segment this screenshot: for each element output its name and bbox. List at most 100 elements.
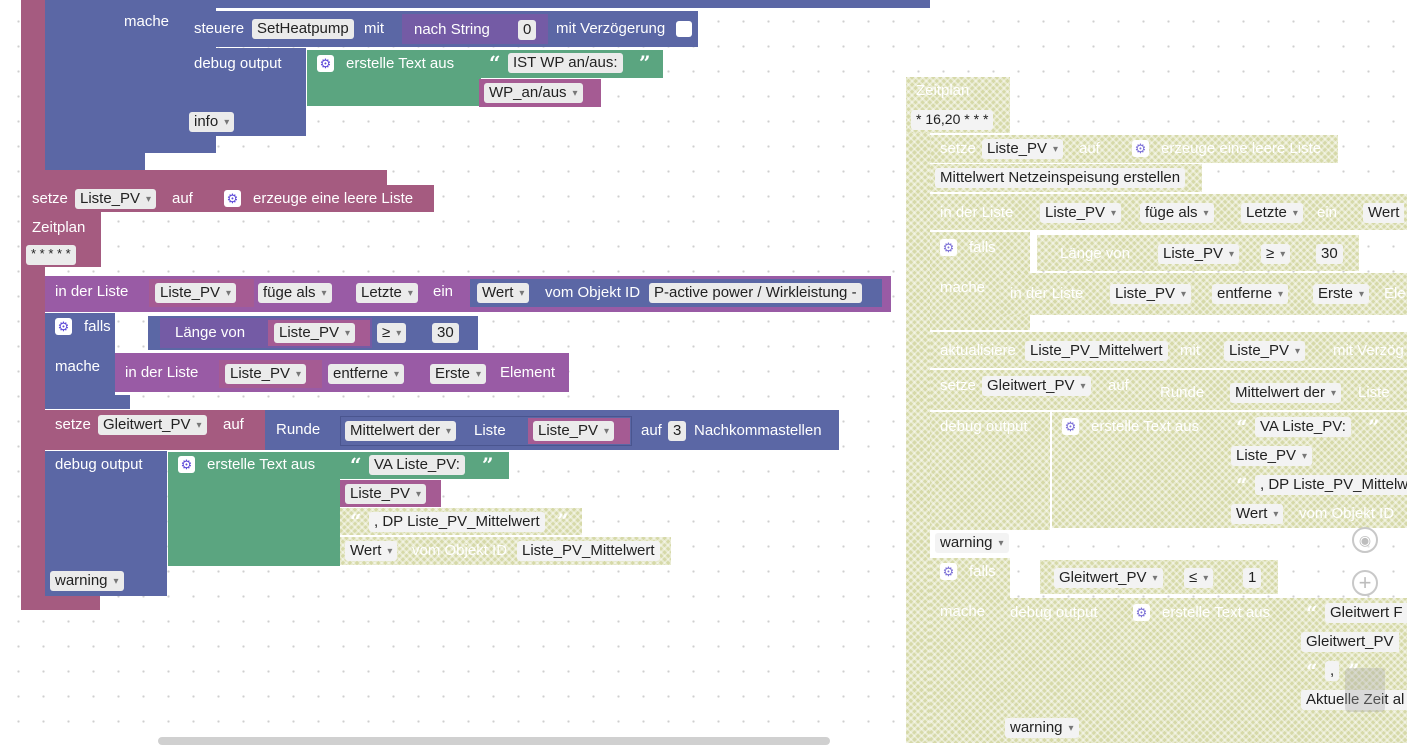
gleitwert-pv-dropdown[interactable]: Gleitwert_PV bbox=[98, 415, 207, 435]
letzte-dropdown[interactable]: Letzte bbox=[1241, 203, 1303, 223]
quote-open-icon: “ bbox=[1306, 601, 1318, 625]
falls2-label: falls bbox=[969, 563, 996, 580]
wert-dropdown[interactable]: Wert bbox=[1231, 504, 1284, 524]
liste-pv-dropdown[interactable]: Liste_PV bbox=[1040, 203, 1122, 223]
warning-dropdown[interactable]: warning bbox=[50, 571, 124, 591]
liste-pv-dropdown[interactable]: Liste_PV bbox=[1231, 446, 1313, 466]
laenge-von-label: Länge von bbox=[175, 324, 246, 341]
element-label: Ele bbox=[1384, 285, 1406, 302]
entferne-dropdown[interactable]: entferne bbox=[1212, 284, 1289, 304]
comment-field[interactable]: Mittelwert Netzeinspeisung erstellen bbox=[935, 168, 1186, 188]
liste-pv-dropdown[interactable]: Liste_PV bbox=[1158, 244, 1240, 264]
three-field[interactable]: 3 bbox=[668, 421, 687, 441]
gear-icon[interactable]: ⚙ bbox=[178, 456, 195, 473]
target-icon[interactable]: ◉ bbox=[1352, 527, 1378, 553]
gear-icon[interactable]: ⚙ bbox=[1062, 418, 1079, 435]
warning2-dropdown[interactable]: warning bbox=[1005, 718, 1079, 738]
ist-wp-field[interactable]: IST WP an/aus: bbox=[508, 53, 623, 73]
erste-dropdown[interactable]: Erste bbox=[430, 364, 487, 384]
wp-an-aus-dropdown[interactable]: WP_an/aus bbox=[484, 83, 583, 103]
dp-mittelwert-field[interactable]: , DP Liste_PV_Mittelwert bbox=[369, 512, 545, 532]
gear-icon[interactable]: ⚙ bbox=[1132, 140, 1149, 157]
trash-can-icon[interactable] bbox=[1345, 668, 1385, 712]
quote-open-icon: “ bbox=[489, 51, 501, 75]
liste-pv-mittelwert-field[interactable]: Liste_PV_Mittelwert bbox=[517, 541, 660, 561]
erstelle-text-aus2-label: erstelle Text aus bbox=[1162, 604, 1271, 621]
verzoegerung-checkbox[interactable] bbox=[676, 21, 692, 37]
wert-dropdown[interactable]: Wert bbox=[477, 283, 530, 303]
gear-icon[interactable]: ⚙ bbox=[940, 239, 957, 256]
mache-label-top: mache bbox=[124, 13, 170, 30]
zeitplan-block-spine[interactable] bbox=[21, 267, 45, 607]
mittelwert-der-dropdown[interactable]: Mittelwert der bbox=[1230, 383, 1342, 403]
zeitplan-block-bottom[interactable] bbox=[21, 596, 100, 610]
vom-objekt-id-label: vom Objekt ID bbox=[545, 284, 641, 301]
va-liste-pv-field[interactable]: VA Liste_PV: bbox=[1255, 417, 1351, 437]
warning-dropdown[interactable]: warning bbox=[935, 533, 1009, 553]
cron-field[interactable]: * * * * * bbox=[26, 245, 76, 265]
gte-dropdown[interactable]: ≥ bbox=[1261, 244, 1291, 264]
gleitwert-pv-dropdown[interactable]: Gleitwert_PV bbox=[982, 376, 1091, 396]
auf-label: auf bbox=[172, 190, 193, 207]
zoom-in-icon[interactable]: + bbox=[1352, 570, 1378, 596]
horizontal-scrollbar[interactable] bbox=[158, 737, 830, 745]
debug-output-label: debug output bbox=[55, 456, 143, 473]
gleitwert-pv2-field[interactable]: Gleitwert_PV bbox=[1301, 632, 1399, 652]
liste-pv-dropdown[interactable]: Liste_PV bbox=[225, 364, 307, 384]
fuege-als-dropdown[interactable]: füge als bbox=[1140, 203, 1214, 223]
letzte-dropdown[interactable]: Letzte bbox=[356, 283, 418, 303]
mit-label: mit bbox=[364, 20, 384, 37]
zeitplan-label: Zeitplan bbox=[32, 219, 86, 236]
liste-pv-dropdown[interactable]: Liste_PV bbox=[345, 484, 427, 504]
liste-pv-dropdown[interactable]: Liste_PV bbox=[1224, 341, 1306, 361]
falls2-block-disabled[interactable] bbox=[930, 558, 1010, 743]
comma-field[interactable]: , bbox=[1325, 661, 1340, 681]
wert-dropdown[interactable]: Wert bbox=[345, 541, 398, 561]
falls-label: falls bbox=[84, 318, 111, 335]
liste-label: Liste bbox=[474, 422, 506, 439]
fuege-als-dropdown[interactable]: füge als bbox=[258, 283, 332, 303]
thirty-field[interactable]: 30 bbox=[432, 323, 459, 343]
gleitwert-f-field[interactable]: Gleitwert F bbox=[1325, 603, 1407, 623]
outer-event-block-bottom[interactable] bbox=[21, 170, 387, 185]
gte-dropdown[interactable]: ≥ bbox=[377, 323, 407, 343]
p-active-field[interactable]: P-active power / Wirkleistung - bbox=[649, 283, 862, 303]
liste-pv-dropdown[interactable]: Liste_PV bbox=[75, 189, 157, 209]
mache2-label: mache bbox=[940, 603, 986, 620]
element-label: Element bbox=[500, 364, 556, 381]
falls-block-bottom[interactable] bbox=[45, 395, 130, 409]
quote-open-icon: “ bbox=[1306, 659, 1318, 683]
vom-objekt-id-label: vom Objekt ID bbox=[1299, 505, 1395, 522]
liste-pv-dropdown[interactable]: Liste_PV bbox=[982, 139, 1064, 159]
liste-pv-dropdown[interactable]: Liste_PV bbox=[274, 323, 356, 343]
gear-icon[interactable]: ⚙ bbox=[317, 55, 334, 72]
thirty-field[interactable]: 30 bbox=[1316, 244, 1343, 264]
wert-field[interactable]: Wert bbox=[1363, 203, 1405, 223]
liste-pv-dropdown[interactable]: Liste_PV bbox=[1110, 284, 1192, 304]
gear-icon[interactable]: ⚙ bbox=[224, 190, 241, 207]
one-field[interactable]: 1 bbox=[1243, 568, 1262, 588]
gear-icon[interactable]: ⚙ bbox=[940, 563, 957, 580]
info-dropdown[interactable]: info bbox=[189, 112, 235, 132]
setheatpump-field[interactable]: SetHeatpump bbox=[252, 19, 354, 39]
quote-open-icon: “ bbox=[350, 509, 362, 533]
gleitwert-pv-dropdown[interactable]: Gleitwert_PV bbox=[1054, 568, 1163, 588]
liste-label: Liste bbox=[1358, 384, 1390, 401]
liste-pv-dropdown[interactable]: Liste_PV bbox=[155, 283, 237, 303]
cron-field[interactable]: * 16,20 * * * bbox=[911, 110, 994, 130]
in-der-liste-label: in der Liste bbox=[125, 364, 199, 381]
runde-label: Runde bbox=[276, 421, 321, 438]
outer-event-block-left-edge[interactable] bbox=[21, 0, 45, 185]
va-liste-pv-field[interactable]: VA Liste_PV: bbox=[369, 455, 465, 475]
zeitplan-block-disabled-spine[interactable] bbox=[906, 133, 930, 743]
liste-pv-mittelwert-field[interactable]: Liste_PV_Mittelwert bbox=[1025, 341, 1168, 361]
gear-icon[interactable]: ⚙ bbox=[55, 318, 72, 335]
lte-dropdown[interactable]: ≤ bbox=[1184, 568, 1214, 588]
zero-field[interactable]: 0 bbox=[518, 20, 537, 40]
dp-mittelw-field[interactable]: , DP Liste_PV_Mittelw bbox=[1255, 475, 1407, 495]
mittelwert-der-dropdown[interactable]: Mittelwert der bbox=[345, 421, 457, 441]
entferne-dropdown[interactable]: entferne bbox=[328, 364, 405, 384]
liste-pv-dropdown[interactable]: Liste_PV bbox=[533, 421, 615, 441]
gear-icon[interactable]: ⚙ bbox=[1133, 604, 1150, 621]
erste-dropdown[interactable]: Erste bbox=[1313, 284, 1370, 304]
